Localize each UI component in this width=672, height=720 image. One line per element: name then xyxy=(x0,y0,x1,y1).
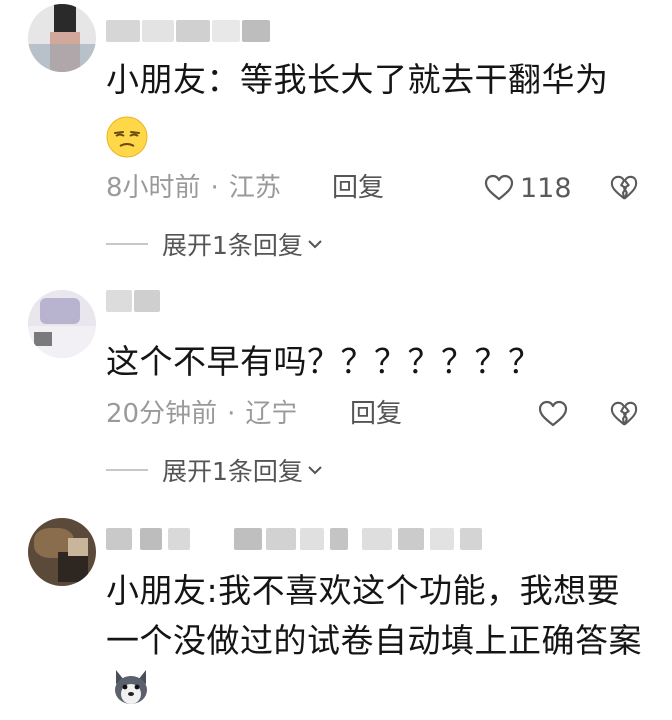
comment-meta: 20分钟前 · 辽宁 xyxy=(106,394,297,434)
reply-button[interactable]: 回复 xyxy=(350,394,402,434)
username-blurred[interactable] xyxy=(106,20,276,42)
comment-text: 小朋友：等我长大了就去干翻华为 xyxy=(106,60,609,99)
divider-line xyxy=(106,469,148,471)
comment-text-content: 小朋友:我不喜欢这个功能，我想要一个没做过的试卷自动填上正确答案 xyxy=(106,571,642,660)
heart-outline-icon xyxy=(538,400,568,427)
heart-outline-icon xyxy=(484,174,514,201)
username-blurred[interactable] xyxy=(106,528,486,550)
chevron-down-icon xyxy=(308,240,322,249)
meta-separator: · xyxy=(227,399,236,429)
like-count: 118 xyxy=(520,172,572,204)
comment-item: 小朋友：等我长大了就去干翻华为 8小时前 · 江苏 回复 118 展开1条回复 xyxy=(0,0,672,280)
smirk-emoji xyxy=(106,116,148,162)
avatar[interactable] xyxy=(28,290,96,358)
broken-heart-icon[interactable] xyxy=(610,174,638,202)
dog-face-emoji xyxy=(110,666,152,720)
comment-time: 8小时前 xyxy=(106,173,201,203)
comment-location: 江苏 xyxy=(228,173,281,203)
comment-text: 小朋友:我不喜欢这个功能，我想要一个没做过的试卷自动填上正确答案 xyxy=(106,566,652,720)
like-button[interactable]: 118 xyxy=(484,168,572,208)
expand-label: 展开1条回复 xyxy=(162,457,303,486)
expand-replies-button[interactable]: 展开1条回复 xyxy=(106,450,323,490)
expand-label: 展开1条回复 xyxy=(162,231,303,260)
like-button[interactable] xyxy=(538,394,574,434)
divider-line xyxy=(106,243,148,245)
avatar[interactable] xyxy=(28,4,96,72)
broken-heart-icon[interactable] xyxy=(610,400,638,428)
comment-time: 20分钟前 xyxy=(106,399,218,429)
reply-button[interactable]: 回复 xyxy=(332,168,384,208)
comment-location: 辽宁 xyxy=(245,399,298,429)
comment-item: 小朋友:我不喜欢这个功能，我想要一个没做过的试卷自动填上正确答案 xyxy=(0,510,672,719)
avatar[interactable] xyxy=(28,518,96,586)
expand-replies-button[interactable]: 展开1条回复 xyxy=(106,224,323,264)
username-blurred[interactable] xyxy=(106,290,166,312)
chevron-down-icon xyxy=(308,466,322,475)
meta-separator: · xyxy=(210,173,219,203)
comment-text: 这个不早有吗？？？？？？？ xyxy=(106,342,542,381)
comment-item: 这个不早有吗？？？？？？？ 20分钟前 · 辽宁 回复 展开1条回复 xyxy=(0,280,672,510)
comment-meta: 8小时前 · 江苏 xyxy=(106,168,281,208)
